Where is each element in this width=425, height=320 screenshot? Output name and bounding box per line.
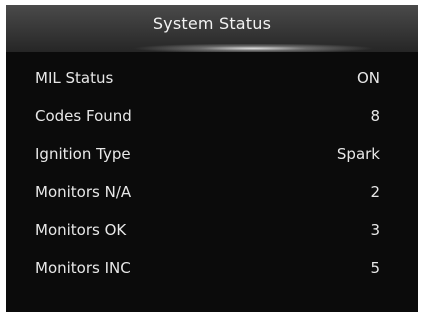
row-value: 5 [370, 259, 380, 277]
device-frame: System Status MIL Status ON Codes Found … [0, 0, 425, 320]
status-list: MIL Status ON Codes Found 8 Ignition Typ… [6, 62, 418, 290]
row-value: Spark [336, 145, 380, 163]
status-row-ignition-type[interactable]: Ignition Type Spark [6, 138, 418, 176]
status-row-codes-found[interactable]: Codes Found 8 [6, 100, 418, 138]
status-row-monitors-inc[interactable]: Monitors INC 5 [6, 252, 418, 290]
row-label: Codes Found [35, 107, 132, 125]
row-label: MIL Status [35, 69, 114, 87]
row-value: ON [356, 69, 380, 87]
row-value: 3 [370, 221, 380, 239]
status-row-mil[interactable]: MIL Status ON [6, 62, 418, 100]
row-label: Monitors INC [35, 259, 131, 277]
status-row-monitors-ok[interactable]: Monitors OK 3 [6, 214, 418, 252]
status-row-monitors-na[interactable]: Monitors N/A 2 [6, 176, 418, 214]
row-label: Monitors OK [35, 221, 127, 239]
row-value: 8 [370, 107, 380, 125]
status-screen: System Status MIL Status ON Codes Found … [6, 5, 418, 312]
title-underline-glow [6, 44, 418, 52]
row-label: Ignition Type [35, 145, 131, 163]
row-label: Monitors N/A [35, 183, 132, 201]
row-value: 2 [370, 183, 380, 201]
title-bar: System Status [6, 5, 418, 52]
page-title: System Status [152, 14, 272, 33]
